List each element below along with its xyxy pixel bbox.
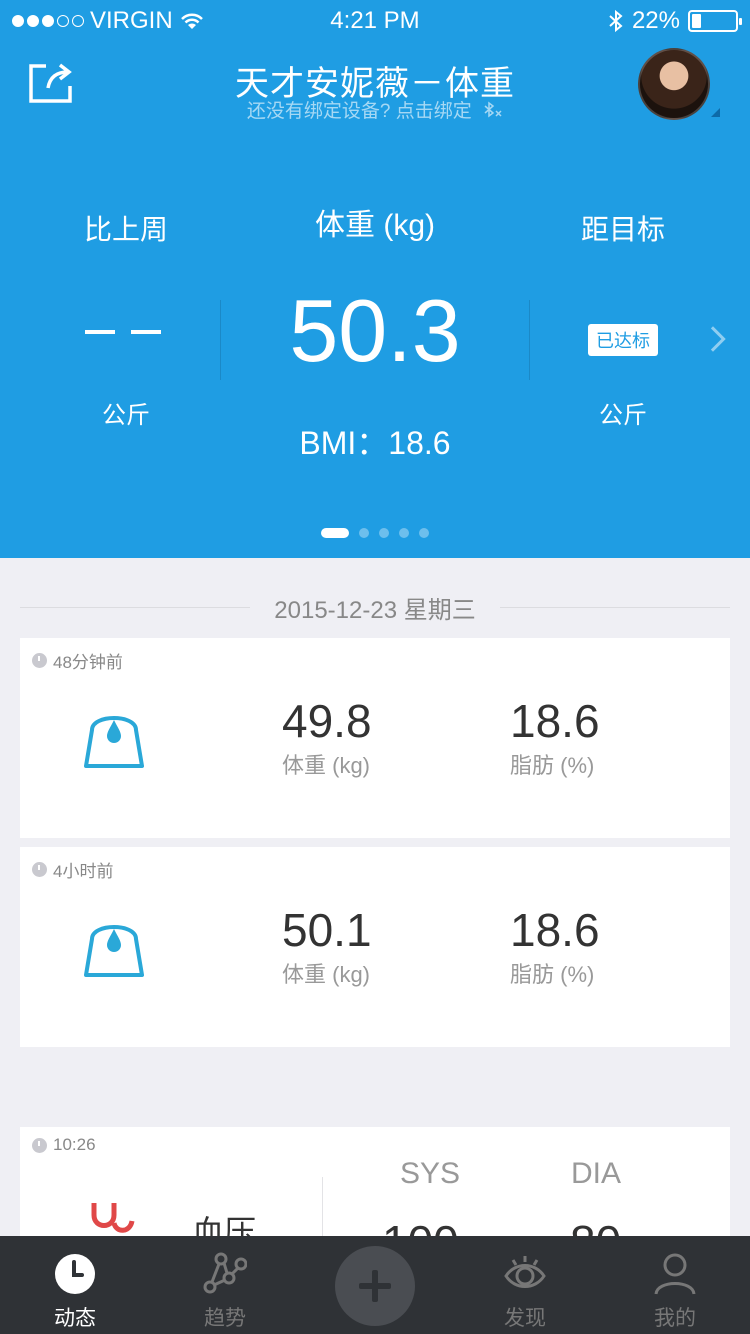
page-dot[interactable]	[359, 528, 369, 538]
tab-bar: 动态 趋势 发现 我的	[0, 1236, 750, 1334]
status-bar: VIRGIN 4:21 PM 22%	[0, 0, 750, 40]
weight-label: 体重 (kg)	[282, 753, 371, 778]
tab-label: 动态	[54, 1307, 96, 1330]
page-dot[interactable]	[399, 528, 409, 538]
trend-icon	[203, 1252, 247, 1294]
fat-value: 18.6	[510, 904, 600, 956]
bluetooth-off-icon	[484, 101, 502, 118]
tab-discover[interactable]: 发现	[450, 1236, 600, 1334]
battery-icon	[688, 10, 742, 32]
page-dot[interactable]	[321, 528, 349, 538]
page-dot[interactable]	[419, 528, 429, 538]
tab-label: 趋势	[204, 1307, 246, 1330]
sys-label: SYS	[400, 1157, 461, 1190]
stethoscope-icon	[91, 1203, 135, 1233]
weight-value: 50.1	[282, 904, 372, 956]
page-dot[interactable]	[379, 528, 389, 538]
tab-label: 发现	[504, 1307, 546, 1330]
bind-device-text: 还没有绑定设备? 点击绑定	[246, 101, 472, 122]
bind-device-link[interactable]: 还没有绑定设备? 点击绑定	[0, 96, 750, 123]
record-time: 10:26	[53, 1135, 96, 1154]
tab-feed[interactable]: 动态	[0, 1236, 150, 1334]
goal-distance-label: 距目标	[580, 214, 665, 245]
fat-label: 脂肪 (%)	[510, 753, 595, 778]
record-time: 48分钟前	[53, 653, 123, 672]
page-indicator[interactable]	[0, 528, 750, 538]
eye-icon	[504, 1256, 546, 1288]
scale-icon	[84, 716, 144, 768]
tab-trend[interactable]: 趋势	[150, 1236, 300, 1334]
scale-icon	[84, 925, 144, 977]
clock-icon	[32, 862, 47, 877]
list-item[interactable]: 48分钟前 49.8 体重 (kg) 18.6 脂肪 (%)	[20, 638, 730, 838]
battery-percent: 22%	[631, 7, 680, 34]
add-button[interactable]	[335, 1246, 415, 1326]
list-item[interactable]: 4小时前 50.1 体重 (kg) 18.6 脂肪 (%)	[20, 847, 730, 1047]
clock-icon	[32, 653, 47, 668]
person-icon	[654, 1253, 696, 1295]
clock-icon	[32, 1137, 47, 1153]
weight-label: 体重 (kg)	[282, 962, 371, 987]
avatar-menu-indicator	[711, 108, 720, 117]
goal-distance-unit: 公斤	[599, 402, 647, 429]
record-time: 4小时前	[53, 862, 114, 881]
dia-label: DIA	[571, 1157, 622, 1190]
date-text: 2015-12-23 星期三	[274, 596, 476, 624]
date-header: 2015-12-23 星期三	[20, 590, 730, 624]
fat-label: 脂肪 (%)	[510, 962, 595, 987]
tab-me[interactable]: 我的	[600, 1236, 750, 1334]
goal-reached-badge: 已达标	[588, 324, 658, 356]
avatar[interactable]	[638, 48, 710, 120]
fat-value: 18.6	[510, 695, 600, 747]
divider	[529, 300, 530, 380]
weight-value: 49.8	[282, 695, 372, 747]
bluetooth-icon	[609, 9, 623, 33]
clock-icon	[55, 1254, 95, 1294]
header-panel: VIRGIN 4:21 PM 22% 天才安妮薇－体重 还没有绑定设备? 点击绑…	[0, 0, 750, 558]
tab-label: 我的	[654, 1307, 696, 1330]
